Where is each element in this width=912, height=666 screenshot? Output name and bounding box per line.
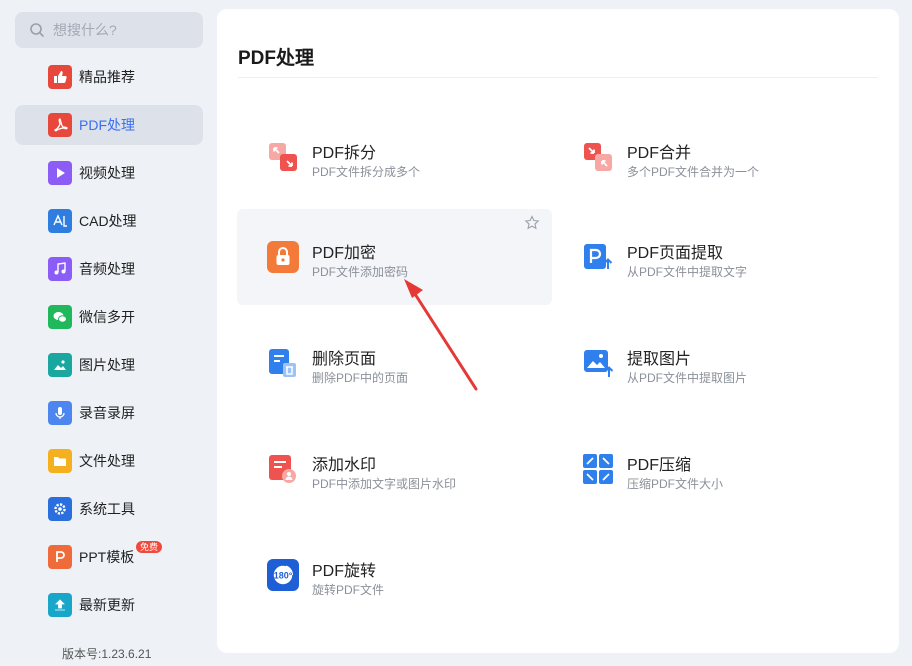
watermark-icon (267, 453, 299, 485)
sidebar-item-record[interactable]: 录音录屏 (15, 393, 203, 433)
thumbs-up-icon (48, 65, 72, 89)
favorite-star-icon[interactable] (524, 215, 540, 236)
sidebar-item-pdf[interactable]: PDF处理 (15, 105, 203, 145)
tool-pdf-split[interactable]: PDF拆分 PDF文件拆分成多个 (237, 109, 552, 205)
tool-desc: PDF中添加文字或图片水印 (312, 477, 457, 491)
main-panel: PDF处理 PDF拆分 PDF文件拆分成多个 PDF合并 多个PDF文件合并为一… (217, 9, 899, 653)
sidebar-item-wechat[interactable]: 微信多开 (15, 297, 203, 337)
compress-icon (582, 453, 614, 485)
music-icon (48, 257, 72, 281)
sidebar-item-label: CAD处理 (79, 213, 137, 229)
page-extract-icon (582, 241, 614, 273)
folder-icon (48, 449, 72, 473)
sidebar-item-ppt[interactable]: PPT模板 免费 (15, 537, 203, 577)
sidebar-item-label: 音频处理 (79, 261, 135, 277)
sidebar-item-updates[interactable]: 最新更新 (15, 585, 203, 625)
tool-title: PDF加密 (312, 245, 377, 262)
svg-text:180°: 180° (274, 571, 293, 581)
tool-watermark[interactable]: 添加水印 PDF中添加文字或图片水印 (237, 421, 552, 517)
pdf-split-icon (267, 141, 299, 173)
tool-desc: PDF文件拆分成多个 (312, 165, 421, 179)
tool-title: PDF压缩 (627, 457, 692, 474)
sidebar-item-label: 图片处理 (79, 357, 135, 373)
tool-title: 删除页面 (312, 351, 377, 368)
tool-title: PDF旋转 (312, 563, 377, 580)
sidebar-item-label: 精品推荐 (79, 69, 135, 85)
sidebar-item-audio[interactable]: 音频处理 (15, 249, 203, 289)
sidebar-item-label: 系统工具 (79, 501, 135, 517)
sidebar: 想搜什么? 精品推荐 PDF处理 视频处理 CAD处理 音频处理 微信多开 图片… (0, 0, 216, 666)
title-divider (238, 77, 878, 78)
tool-title: PDF页面提取 (627, 245, 724, 262)
sidebar-item-cad[interactable]: CAD处理 (15, 201, 203, 241)
search-placeholder: 想搜什么? (53, 22, 117, 38)
pdf-merge-icon (582, 141, 614, 173)
tool-title: PDF拆分 (312, 145, 377, 162)
tool-desc: 从PDF文件中提取文字 (627, 265, 748, 279)
version-label: 版本号:1.23.6.21 (62, 647, 152, 661)
tool-pdf-merge[interactable]: PDF合并 多个PDF文件合并为一个 (552, 109, 867, 205)
tool-delete-page[interactable]: 删除页面 删除PDF中的页面 (237, 315, 552, 411)
tool-desc: 旋转PDF文件 (312, 583, 385, 597)
sidebar-item-recommend[interactable]: 精品推荐 (15, 57, 203, 97)
cad-icon (48, 209, 72, 233)
rotate-icon: 180° (267, 559, 299, 591)
tool-desc: 删除PDF中的页面 (312, 371, 409, 385)
sidebar-item-label: 视频处理 (79, 165, 135, 181)
free-badge: 免费 (136, 541, 163, 553)
sidebar-item-label: PDF处理 (79, 117, 135, 133)
sidebar-item-label: 最新更新 (79, 597, 135, 613)
gear-icon (48, 497, 72, 521)
search-input[interactable]: 想搜什么? (15, 12, 203, 48)
tool-desc: 从PDF文件中提取图片 (627, 371, 748, 385)
tool-pdf-page-extract[interactable]: PDF页面提取 从PDF文件中提取文字 (552, 209, 867, 305)
microphone-icon (48, 401, 72, 425)
sidebar-item-video[interactable]: 视频处理 (15, 153, 203, 193)
sidebar-item-image[interactable]: 图片处理 (15, 345, 203, 385)
tool-pdf-compress[interactable]: PDF压缩 压缩PDF文件大小 (552, 421, 867, 517)
tool-title: 添加水印 (312, 457, 377, 474)
upload-icon (48, 593, 72, 617)
tool-title: 提取图片 (627, 351, 692, 368)
sidebar-item-system[interactable]: 系统工具 (15, 489, 203, 529)
tool-extract-image[interactable]: 提取图片 从PDF文件中提取图片 (552, 315, 867, 411)
delete-page-icon (267, 347, 299, 379)
extract-image-icon (582, 347, 614, 379)
tool-title: PDF合并 (627, 145, 692, 162)
tool-pdf-rotate[interactable]: 180° PDF旋转 旋转PDF文件 (237, 527, 552, 623)
tool-desc: 多个PDF文件合并为一个 (627, 165, 760, 179)
sidebar-item-file[interactable]: 文件处理 (15, 441, 203, 481)
play-icon (48, 161, 72, 185)
wechat-icon (48, 305, 72, 329)
search-icon (30, 23, 44, 37)
sidebar-item-label: 文件处理 (79, 453, 135, 469)
ppt-icon (48, 545, 72, 569)
pdf-icon (48, 113, 72, 137)
sidebar-item-label: 微信多开 (79, 309, 135, 325)
sidebar-item-label: PPT模板 (79, 549, 135, 565)
image-icon (48, 353, 72, 377)
page-title: PDF处理 (238, 48, 315, 69)
tool-desc: PDF文件添加密码 (312, 265, 409, 279)
lock-icon (267, 241, 299, 273)
sidebar-item-label: 录音录屏 (79, 405, 135, 421)
tool-pdf-encrypt[interactable]: PDF加密 PDF文件添加密码 (237, 209, 552, 305)
tool-desc: 压缩PDF文件大小 (627, 477, 724, 491)
